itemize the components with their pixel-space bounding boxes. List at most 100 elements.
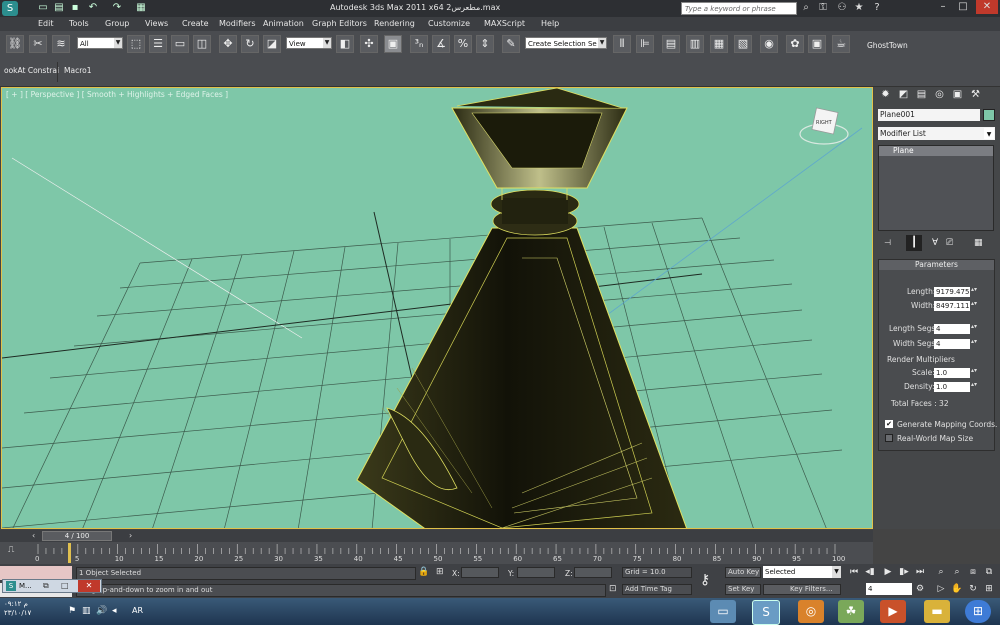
keyboard-shortcut-override-icon[interactable]: ▣ bbox=[384, 35, 402, 53]
menu-maxscript[interactable]: MAXScript bbox=[484, 18, 525, 30]
length-spinner[interactable]: 9179.475 bbox=[934, 287, 970, 297]
percent-snap-icon[interactable]: % bbox=[454, 35, 472, 53]
mini-close-icon[interactable]: ✕ bbox=[78, 580, 100, 592]
viewport-label[interactable]: [ + ] [ Perspective ] [ Smooth + Highlig… bbox=[6, 90, 228, 99]
length-segs-arrows-icon[interactable]: ▴▾ bbox=[971, 324, 977, 334]
app-logo-icon[interactable]: S bbox=[2, 1, 18, 16]
spinner-snap-icon[interactable]: ⇕ bbox=[476, 35, 494, 53]
window-crossing-icon[interactable]: ◫ bbox=[193, 35, 211, 53]
menu-views[interactable]: Views bbox=[145, 18, 168, 30]
current-frame-field[interactable]: 4 bbox=[866, 583, 912, 595]
zoom-extents-icon[interactable]: ⧈ bbox=[967, 566, 979, 578]
menu-graph-editors[interactable]: Graph Editors bbox=[312, 18, 367, 30]
display-panel-icon[interactable]: ▣ bbox=[950, 87, 965, 102]
communication-center-icon[interactable]: ⚿ bbox=[816, 1, 830, 15]
play-icon[interactable]: ▶ bbox=[882, 566, 894, 578]
close-icon[interactable]: ✕ bbox=[976, 0, 998, 14]
length-spinner-arrows-icon[interactable]: ▴▾ bbox=[971, 287, 977, 297]
menu-tools[interactable]: Tools bbox=[69, 18, 89, 30]
open-file-icon[interactable]: ▤ bbox=[52, 1, 66, 15]
object-name-field[interactable]: Plane001 bbox=[878, 109, 980, 121]
add-time-tag-button[interactable]: Add Time Tag bbox=[622, 584, 692, 595]
schematic-view-icon[interactable]: ▧ bbox=[734, 35, 752, 53]
next-frame-icon[interactable]: ▮▸ bbox=[898, 566, 910, 578]
rollout-title[interactable]: Parameters bbox=[879, 260, 994, 270]
scale-spinner[interactable]: 1.0 bbox=[934, 368, 970, 378]
auto-key-button[interactable]: Auto Key bbox=[725, 567, 761, 578]
taskbar-folder-icon[interactable]: ▬ bbox=[924, 600, 950, 623]
configure-modifier-sets-icon[interactable]: ▦ bbox=[974, 238, 983, 248]
rectangular-selection-icon[interactable]: ▭ bbox=[171, 35, 189, 53]
unlink-icon[interactable]: ✂ bbox=[29, 35, 47, 53]
reference-coordinate-dropdown[interactable]: View ▼ bbox=[286, 37, 332, 49]
z-coord-field[interactable] bbox=[574, 567, 612, 578]
lookat-constraint-button[interactable]: ookAt Constrai bbox=[4, 66, 59, 75]
remove-modifier-icon[interactable]: ⎚ bbox=[946, 238, 953, 248]
previous-frame-icon[interactable]: ◂▮ bbox=[864, 566, 876, 578]
key-mode-dropdown[interactable]: Selected ▼ bbox=[763, 566, 841, 578]
time-tag-icon[interactable]: ⊡ bbox=[609, 584, 617, 594]
modifier-stack[interactable]: Plane bbox=[878, 145, 994, 231]
maximize-viewport-icon[interactable]: ⊞ bbox=[983, 583, 995, 595]
language-indicator[interactable]: AR bbox=[132, 606, 143, 615]
make-unique-icon[interactable]: ∀ bbox=[932, 238, 938, 248]
minimize-icon[interactable]: – bbox=[936, 0, 950, 14]
go-to-start-icon[interactable]: ⏮ bbox=[848, 566, 860, 578]
taskbar-mini-window[interactable]: S M... ⧉ □ ✕ bbox=[2, 579, 102, 593]
lock-selection-icon[interactable]: 🔒 bbox=[418, 567, 429, 577]
menu-create[interactable]: Create bbox=[182, 18, 209, 30]
save-file-icon[interactable]: ▪ bbox=[68, 1, 82, 15]
zoom-all-icon[interactable]: ⌕ bbox=[951, 566, 963, 578]
time-slider[interactable]: ‹ 4 / 100 › bbox=[0, 530, 873, 542]
render-setup-icon[interactable]: ✿ bbox=[786, 35, 804, 53]
volume-icon[interactable]: 🔊 bbox=[96, 606, 107, 616]
edit-named-selection-icon[interactable]: ✎ bbox=[502, 35, 520, 53]
show-hidden-icons-icon[interactable]: ◂ bbox=[112, 606, 117, 616]
width-segs-spinner[interactable]: 4 bbox=[934, 339, 970, 349]
menu-customize[interactable]: Customize bbox=[428, 18, 470, 30]
modify-panel-icon[interactable]: ◩ bbox=[896, 87, 911, 102]
zoom-extents-all-icon[interactable]: ⧉ bbox=[983, 566, 995, 578]
hierarchy-panel-icon[interactable]: ▤ bbox=[914, 87, 929, 102]
material-editor-icon[interactable]: ◉ bbox=[760, 35, 778, 53]
key-filters-button[interactable]: Key Filters... bbox=[763, 584, 841, 595]
pivot-center-icon[interactable]: ◧ bbox=[336, 35, 354, 53]
menu-animation[interactable]: Animation bbox=[263, 18, 304, 30]
align-icon[interactable]: ⊫ bbox=[636, 35, 654, 53]
width-spinner-arrows-icon[interactable]: ▴▾ bbox=[971, 301, 977, 311]
select-object-icon[interactable]: ⬚ bbox=[127, 35, 145, 53]
viewport-scene[interactable]: RIGHT bbox=[2, 88, 873, 529]
menu-edit[interactable]: Edit bbox=[38, 18, 54, 30]
search-input[interactable]: Type a keyword or phrase bbox=[681, 2, 797, 15]
prev-frame-arrow-icon[interactable]: ‹ bbox=[32, 531, 35, 540]
generate-mapping-checkbox[interactable]: ✔ bbox=[885, 420, 893, 428]
zoom-icon[interactable]: ⌕ bbox=[935, 566, 947, 578]
utilities-panel-icon[interactable]: ⚒ bbox=[968, 87, 983, 102]
next-frame-arrow-icon[interactable]: › bbox=[129, 531, 132, 540]
object-color-swatch[interactable] bbox=[983, 109, 995, 121]
clock[interactable]: م ٠٩:١٢ ٢٣/١٠/١٧ bbox=[4, 600, 31, 618]
modifier-list-dropdown[interactable]: Modifier List ▼ bbox=[878, 127, 995, 140]
menu-group[interactable]: Group bbox=[105, 18, 129, 30]
create-panel-icon[interactable]: ✹ bbox=[878, 87, 893, 102]
macro1-button[interactable]: Macro1 bbox=[64, 66, 91, 75]
menu-modifiers[interactable]: Modifiers bbox=[219, 18, 256, 30]
network-icon[interactable]: ▥ bbox=[82, 606, 91, 616]
subscription-icon[interactable]: ⚇ bbox=[835, 1, 849, 15]
render-production-icon[interactable]: ☕ bbox=[832, 35, 850, 53]
menu-help[interactable]: Help bbox=[541, 18, 559, 30]
perspective-viewport[interactable]: RIGHT [ + ] [ Perspective ] [ Smooth + H… bbox=[1, 87, 873, 529]
layer-manager-icon[interactable]: ▤ bbox=[662, 35, 680, 53]
field-of-view-icon[interactable]: ▷ bbox=[935, 583, 947, 595]
project-folder-icon[interactable]: ▦ bbox=[134, 1, 148, 15]
search-icon[interactable]: ⌕ bbox=[799, 1, 813, 15]
scale-spinner-arrows-icon[interactable]: ▴▾ bbox=[971, 368, 977, 378]
density-spinner[interactable]: 1.0 bbox=[934, 382, 970, 392]
real-world-map-checkbox[interactable] bbox=[885, 434, 893, 442]
length-segs-spinner[interactable]: 4 bbox=[934, 324, 970, 334]
taskbar-media-player-icon[interactable]: ▶ bbox=[880, 600, 906, 623]
select-and-rotate-icon[interactable]: ↻ bbox=[241, 35, 259, 53]
redo-icon[interactable]: ↷ bbox=[110, 1, 124, 15]
maxscript-listener-mini[interactable] bbox=[0, 566, 72, 580]
selection-filter-dropdown[interactable]: All ▼ bbox=[77, 37, 123, 49]
